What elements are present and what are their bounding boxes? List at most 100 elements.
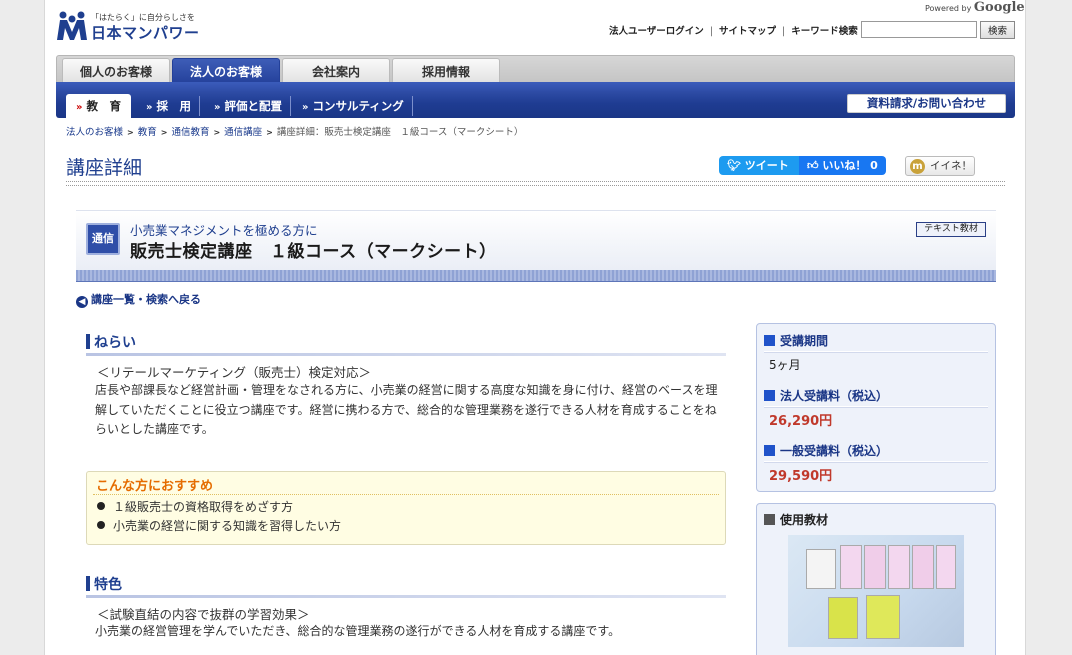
- correspondence-badge: 通信: [86, 223, 120, 255]
- logo-name: 日本マンパワー: [91, 24, 200, 42]
- powered-by-google: Powered by Google: [925, 0, 1025, 15]
- search-input[interactable]: [861, 21, 977, 38]
- material-box: 使用教材: [756, 503, 996, 655]
- tab-corporate[interactable]: 法人のお客様: [172, 58, 280, 84]
- bullet-icon: [97, 502, 105, 510]
- corp-fee-label-text: 法人受講料（税込）: [780, 389, 889, 403]
- book-image: [866, 595, 900, 639]
- tab-company[interactable]: 会社案内: [282, 58, 390, 84]
- info-divider: [764, 406, 988, 408]
- square-bullet-icon: [764, 390, 775, 401]
- period-label-text: 受講期間: [780, 334, 829, 348]
- corporate-login-link[interactable]: 法人ユーザーログイン: [609, 26, 704, 37]
- chevron-right-icon: >: [127, 128, 134, 137]
- list-item-text: 小売業の経営に関する知識を習得したい方: [113, 519, 342, 533]
- heading-rule: [86, 595, 726, 598]
- tab-personal[interactable]: 個人のお客様: [62, 58, 170, 84]
- book-image: [912, 545, 934, 589]
- page-title: 講座詳細: [66, 157, 143, 179]
- heading-rule: [86, 353, 726, 356]
- title-divider: [66, 181, 1005, 186]
- google-logo: Google: [973, 0, 1025, 15]
- recommend-rule: [93, 494, 719, 495]
- course-header-bar: [76, 270, 996, 282]
- sub-nav-accent: [56, 82, 1015, 91]
- book-image: [864, 545, 886, 589]
- list-item: １級販売士の資格取得をめざす方: [97, 498, 293, 515]
- chevron-right-icon: >: [160, 128, 168, 137]
- feature-subhead: ＜試験直結の内容で抜群の学習効果＞: [97, 607, 310, 622]
- like-label: いいね！ 0: [822, 159, 878, 172]
- heading-bar: [86, 576, 90, 591]
- material-label: 使用教材: [764, 511, 828, 528]
- breadcrumb-link[interactable]: 通信講座: [224, 127, 262, 138]
- recommend-box: こんな方におすすめ １級販売士の資格取得をめざす方 小売業の経営に関する知識を習…: [86, 471, 726, 545]
- chevron-right-icon: »: [146, 102, 153, 113]
- sitemap-link[interactable]: サイトマップ: [719, 26, 776, 37]
- iine-label: イイネ！: [930, 160, 972, 172]
- breadcrumb: 法人のお客様 > 教育 > 通信教育 > 通信講座 > 講座詳細：販売士検定講座 １級コース（マ…: [66, 124, 523, 138]
- mixi-icon: m: [910, 159, 925, 174]
- book-image: [888, 545, 910, 589]
- feature-body: 小売業の経営管理を学んでいただき、総合的な管理業務の遂行ができる人材を育成する講…: [95, 624, 621, 638]
- thumbs-up-icon: 👍︎: [807, 159, 823, 172]
- general-fee-label: 一般受講料（税込）: [764, 442, 888, 459]
- site-logo[interactable]: 「はたらく」に自分らしさを 日本マンパワー: [55, 8, 205, 42]
- contact-button[interactable]: 資料請求/お問い合わせ: [847, 94, 1006, 113]
- heading-bar: [86, 334, 90, 349]
- subnav-item-recruiting[interactable]: » 採 用: [138, 96, 200, 116]
- chevron-down-icon: »: [76, 102, 83, 113]
- breadcrumb-current: 講座詳細：販売士検定講座 １級コース（マークシート）: [276, 127, 524, 138]
- twitter-bird-icon: 🐦︎: [727, 159, 745, 172]
- general-fee-label-text: 一般受講料（税込）: [780, 444, 889, 458]
- aim-body: 店長や部課長など経営計画・管理をなされる方に、小売業の経営に関する高度な知識を身…: [95, 383, 718, 436]
- chevron-right-icon: >: [213, 128, 221, 137]
- tab-recruit[interactable]: 採用情報: [392, 58, 500, 84]
- book-image: [936, 545, 956, 589]
- mixi-iine-button[interactable]: m イイネ！: [905, 156, 975, 176]
- info-divider: [764, 461, 988, 463]
- subnav-item-consulting[interactable]: » コンサルティング: [294, 96, 413, 116]
- chevron-right-icon: »: [302, 102, 309, 113]
- logo-mark-icon: [57, 11, 87, 40]
- subnav-item-evaluation[interactable]: » 評価と配置: [206, 96, 291, 116]
- subnav-item-label: 教 育: [86, 99, 121, 113]
- breadcrumb-link[interactable]: 教育: [138, 127, 157, 138]
- info-divider: [764, 351, 988, 353]
- material-photo[interactable]: [788, 535, 964, 647]
- square-bullet-icon: [764, 514, 775, 525]
- chevron-right-icon: >: [266, 128, 273, 137]
- tweet-button[interactable]: 🐦︎ ツイート: [719, 156, 799, 175]
- course-info-box: 受講期間 5ヶ月 法人受講料（税込） 26,290円 一般受講料（税込） 29,…: [756, 323, 996, 492]
- subnav-item-label: コンサルティング: [312, 99, 404, 113]
- subnav-item-education[interactable]: » 教 育: [66, 94, 131, 118]
- separator: |: [782, 26, 786, 37]
- bullet-icon: [97, 521, 105, 529]
- square-bullet-icon: [764, 335, 775, 346]
- material-type-tag: テキスト教材: [916, 222, 986, 237]
- back-link-label: 講座一覧・検索へ戻る: [91, 293, 201, 306]
- back-to-list-link[interactable]: ◀ 講座一覧・検索へ戻る: [76, 291, 201, 308]
- corp-fee-label: 法人受講料（税込）: [764, 387, 888, 404]
- subnav-item-label: 評価と配置: [224, 99, 282, 113]
- period-label: 受講期間: [764, 332, 828, 349]
- section-heading-feature: 特色: [86, 574, 726, 598]
- general-fee-value: 29,590円: [769, 469, 833, 484]
- section-heading-aim: ねらい: [86, 332, 726, 356]
- breadcrumb-link[interactable]: 通信教育: [171, 127, 209, 138]
- course-name: 販売士検定講座 １級コース（マークシート）: [130, 242, 497, 262]
- chevron-right-icon: »: [214, 102, 221, 113]
- global-nav: 個人のお客様 法人のお客様 会社案内 採用情報: [56, 55, 1015, 84]
- heading-text: ねらい: [94, 335, 136, 351]
- arrow-left-circle-icon: ◀: [76, 296, 88, 308]
- recommend-title: こんな方におすすめ: [96, 479, 214, 494]
- course-header: 通信 小売業マネジメントを極める方に 販売士検定講座 １級コース（マークシート）…: [76, 210, 996, 276]
- powered-by-text: Powered by: [925, 4, 972, 13]
- subnav-item-label: 採 用: [156, 99, 191, 113]
- tweet-label: ツイート: [744, 159, 789, 172]
- breadcrumb-link[interactable]: 法人のお客様: [66, 127, 123, 138]
- search-button[interactable]: 検索: [980, 21, 1015, 39]
- facebook-like-button[interactable]: 👍︎ いいね！ 0: [799, 156, 886, 175]
- list-item: 小売業の経営に関する知識を習得したい方: [97, 517, 341, 534]
- square-bullet-icon: [764, 445, 775, 456]
